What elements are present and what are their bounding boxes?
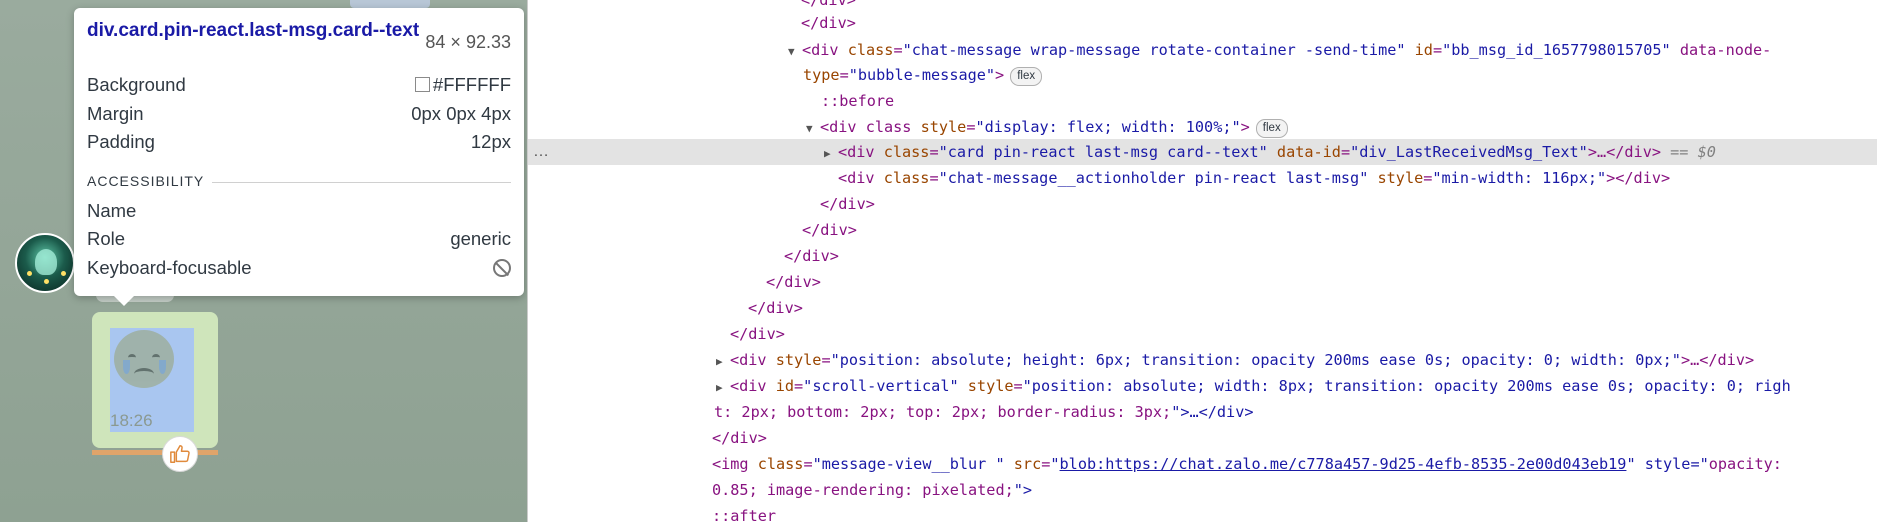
- open-tag: <div style="position: absolute; height: …: [730, 351, 1755, 369]
- dom-node[interactable]: </div>: [528, 10, 1877, 36]
- margin-row: Margin 0px 0px 4px: [87, 99, 511, 128]
- message-bubble[interactable]: 18:26: [92, 312, 218, 448]
- background-value-wrap: #FFFFFF: [414, 74, 511, 96]
- padding-value: 12px: [470, 131, 511, 152]
- dom-node-actionholder[interactable]: <div class="chat-message__actionholder p…: [528, 165, 1877, 191]
- emoji-mouth: [134, 368, 154, 380]
- crying-face-icon: [114, 330, 174, 388]
- dom-node-scroll-horizontal[interactable]: ▶ <div style="position: absolute; height:…: [528, 347, 1877, 373]
- dom-node-img[interactable]: <img class="message-view__blur " src="bl…: [528, 451, 1877, 477]
- background-row: Background #FFFFFF: [87, 70, 511, 99]
- dom-node[interactable]: </div>: [528, 191, 1877, 217]
- open-tag: <div class="chat-message__actionholder p…: [838, 169, 1671, 187]
- focusable-row: Keyboard-focusable: [87, 253, 511, 282]
- dom-node[interactable]: </div>: [528, 295, 1877, 321]
- element-selector: div.card.pin-react.last-msg.card--text: [87, 20, 420, 41]
- closing-tag: </div>: [748, 299, 803, 317]
- dom-node[interactable]: </div>: [528, 269, 1877, 295]
- open-tag-cont: t: 2px; bottom: 2px; top: 2px; border-ra…: [714, 403, 1254, 421]
- blob-link[interactable]: blob:https://chat.zalo.me/c778a457-9d25-…: [1060, 455, 1627, 473]
- dom-node[interactable]: </div>: [528, 217, 1877, 243]
- open-tag-rest: " style="opacity:: [1626, 455, 1782, 473]
- element-size: 84 × 92.33: [425, 32, 511, 52]
- open-tag: <div class="card pin-react last-msg card…: [838, 143, 1661, 161]
- margin-label: Margin: [87, 102, 144, 124]
- chat-pane: 18:26 div.card.pin-react.last-msg.card--…: [0, 0, 527, 522]
- not-allowed-icon-shape: [493, 258, 511, 277]
- role-row: Role generic: [87, 224, 511, 253]
- previous-message-edge: [350, 0, 430, 8]
- dom-node-flex-wrapper[interactable]: ▼ <div class style="display: flex; width:…: [528, 114, 1877, 140]
- avatar-light: [44, 279, 49, 284]
- selected-marker: == $0: [1670, 143, 1716, 161]
- open-tag-cont: 0.85; image-rendering: pixelated;">: [712, 481, 1033, 499]
- dom-node-selected[interactable]: … ▶ <div class="card pin-react last-msg c…: [528, 139, 1877, 165]
- elements-panel: </div> </div> ▼ <div class="chat-message …: [527, 0, 1877, 522]
- open-tag: <div class="chat-message wrap-message ro…: [802, 41, 1772, 59]
- closing-tag: </div>: [820, 195, 875, 213]
- expand-triangle-icon[interactable]: ▶: [716, 375, 730, 401]
- dom-node-chat-message[interactable]: ▼ <div class="chat-message wrap-message r…: [528, 37, 1877, 63]
- closing-tag: </div>: [801, 14, 856, 32]
- dom-node-img-cont[interactable]: 0.85; image-rendering: pixelated;">: [528, 477, 1877, 503]
- closing-tag: </div>: [712, 429, 767, 447]
- open-tag: <div id="scroll-vertical" style="positio…: [730, 377, 1791, 395]
- bubble-margin-indicator: [92, 450, 218, 455]
- open-tag-cont: type="bubble-message">: [803, 66, 1005, 84]
- emoji-tear: [159, 360, 166, 374]
- dom-node-chat-message-cont[interactable]: type="bubble-message"> flex: [528, 62, 1877, 88]
- pseudo-before[interactable]: ::before: [528, 88, 1877, 114]
- tooltip-header: div.card.pin-react.last-msg.card--text 8…: [87, 8, 511, 70]
- open-tag: <img class="message-view__blur " src=": [712, 455, 1060, 473]
- closing-tag: </div>: [730, 325, 785, 343]
- expand-triangle-icon[interactable]: ▶: [824, 141, 838, 167]
- message-time: 18:26: [110, 411, 153, 430]
- pseudo-element: ::before: [821, 92, 895, 110]
- react-like-button[interactable]: [162, 436, 198, 472]
- dom-node-scroll-vertical[interactable]: ▶ <div id="scroll-vertical" style="positi…: [528, 373, 1877, 399]
- inspect-tooltip: div.card.pin-react.last-msg.card--text 8…: [74, 8, 524, 306]
- color-swatch: [414, 77, 430, 92]
- expand-triangle-icon[interactable]: ▶: [716, 349, 730, 375]
- closing-tag: </div>: [802, 221, 857, 239]
- padding-row: Padding 12px: [87, 127, 511, 156]
- accessibility-heading: ACCESSIBILITY: [87, 172, 213, 189]
- emoji-tear: [123, 360, 130, 374]
- dom-node-scroll-vertical-cont[interactable]: t: 2px; bottom: 2px; top: 2px; border-ra…: [528, 399, 1877, 425]
- background-label: Background: [87, 74, 186, 95]
- not-allowed-icon: [493, 257, 511, 279]
- open-tag: <div class style="display: flex; width: …: [820, 118, 1250, 136]
- avatar-light: [27, 271, 32, 276]
- closing-tag: </div>: [784, 247, 839, 265]
- focusable-label: Keyboard-focusable: [87, 256, 252, 278]
- thumbs-up-icon: [170, 445, 190, 463]
- dom-node[interactable]: </div>: [528, 425, 1877, 451]
- dom-node[interactable]: </div>: [528, 321, 1877, 347]
- pseudo-after[interactable]: ::after: [528, 503, 1877, 522]
- pseudo-element: ::after: [712, 507, 777, 522]
- background-value: #FFFFFF: [432, 74, 511, 95]
- closing-tag: </div>: [801, 0, 856, 9]
- dom-node[interactable]: </div>: [528, 243, 1877, 269]
- flex-badge[interactable]: flex: [1255, 119, 1288, 138]
- avatar-light: [61, 271, 66, 276]
- flex-badge[interactable]: flex: [1010, 67, 1043, 86]
- avatar-figure: [35, 249, 57, 275]
- avatar[interactable]: [15, 233, 75, 293]
- padding-label: Padding: [87, 131, 155, 152]
- accessibility-section: ACCESSIBILITY: [87, 166, 511, 196]
- closing-tag: </div>: [766, 273, 821, 291]
- name-row: Name: [87, 196, 511, 225]
- margin-value: 0px 0px 4px: [411, 102, 511, 124]
- role-value: generic: [450, 228, 511, 249]
- name-label: Name: [87, 199, 137, 221]
- role-label: Role: [87, 228, 126, 249]
- more-actions-icon[interactable]: …: [533, 139, 549, 165]
